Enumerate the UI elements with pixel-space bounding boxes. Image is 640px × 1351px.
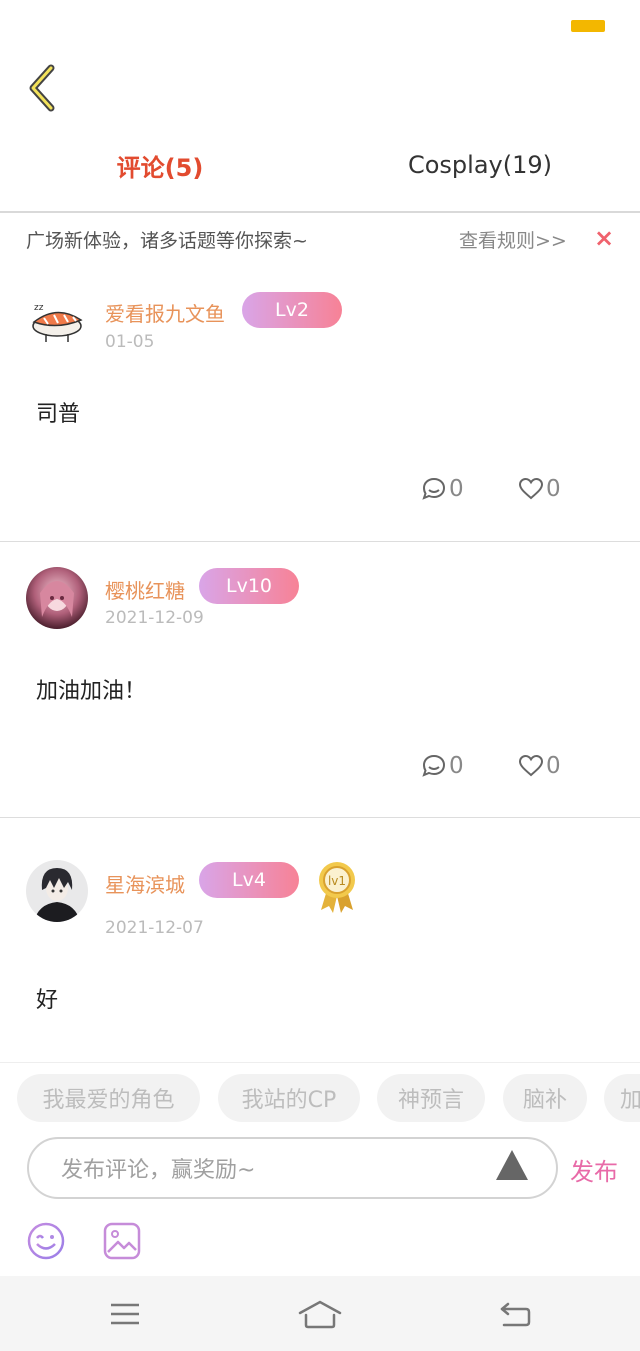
topic-chip[interactable]: 我站的CP [218,1074,360,1122]
status-indicator [571,20,605,32]
image-icon [103,1222,141,1260]
avatar[interactable] [26,860,88,922]
reply-count: 0 [449,476,464,502]
comment-divider [0,817,640,818]
like-count: 0 [546,753,561,779]
level-badge: Lv2 [242,292,342,328]
back-nav-button[interactable] [485,1290,545,1338]
avatar[interactable] [26,567,88,629]
like-button[interactable]: 0 [518,753,561,779]
medal-badge: lv1 [315,860,359,918]
comment-input-placeholder: 发布评论，赢奖励~ [61,1158,256,1183]
comment-input[interactable]: 发布评论，赢奖励~ [27,1137,558,1199]
home-icon [298,1300,342,1329]
triangle-up-icon [496,1150,528,1180]
image-button[interactable] [102,1221,142,1265]
topic-chip[interactable]: 加 [604,1074,640,1122]
avatar[interactable]: zz [26,290,88,352]
topic-chip[interactable]: 我最爱的角色 [17,1074,200,1122]
view-rules-link[interactable]: 查看规则>> [459,226,567,253]
menu-nav-button[interactable] [95,1290,155,1338]
comment-text: 加油加油！ [36,679,147,704]
tabs-divider [0,211,640,213]
like-button[interactable]: 0 [518,476,561,502]
anime-girl-avatar-icon [26,567,88,629]
comment-username[interactable]: 星海滨城 [105,869,185,898]
home-nav-button[interactable] [290,1290,350,1338]
like-count: 0 [546,476,561,502]
reply-count: 0 [449,753,464,779]
menu-icon [111,1303,139,1325]
reply-button[interactable]: 0 [421,753,464,779]
topic-chip[interactable]: 脑补 [503,1074,587,1122]
comment-divider [0,541,640,542]
notice-text: 广场新体验，诸多话题等你探索~ [26,230,308,252]
comment-icon [422,477,446,500]
medal-icon: lv1 [319,862,355,913]
comment-text: 好 [36,988,59,1013]
topic-chip[interactable]: 神预言 [377,1074,485,1122]
notice-close-button[interactable]: × [594,224,614,252]
comment-date: 01-05 [105,332,155,352]
emoji-icon [27,1222,65,1260]
reply-button[interactable]: 0 [421,476,464,502]
comment-icon [422,754,446,777]
comment-username[interactable]: 爱看报九文鱼 [105,298,225,327]
topics-divider [0,1062,640,1063]
comment-date: 2021-12-09 [105,608,204,628]
heart-icon [518,754,544,777]
chevron-left-icon [29,64,55,112]
heart-icon [518,477,544,500]
back-button[interactable] [22,62,62,114]
level-badge: Lv4 [199,862,299,898]
emoji-button[interactable] [26,1221,66,1265]
send-arrow-button[interactable] [494,1148,530,1186]
medal-label: lv1 [328,874,346,888]
tab-comments[interactable]: 评论(5) [60,140,260,190]
publish-button[interactable]: 发布 [570,1152,618,1187]
svg-text:zz: zz [34,303,44,313]
comment-date: 2021-12-07 [105,918,204,938]
comment-username[interactable]: 樱桃红糖 [105,575,185,604]
comment-text: 司普 [36,402,81,427]
sushi-avatar-icon: zz [26,290,88,352]
tab-cosplay[interactable]: Cosplay(19) [380,140,580,190]
anime-boy-avatar-icon [26,860,88,922]
back-arrow-icon [500,1302,531,1327]
level-badge: Lv10 [199,568,299,604]
